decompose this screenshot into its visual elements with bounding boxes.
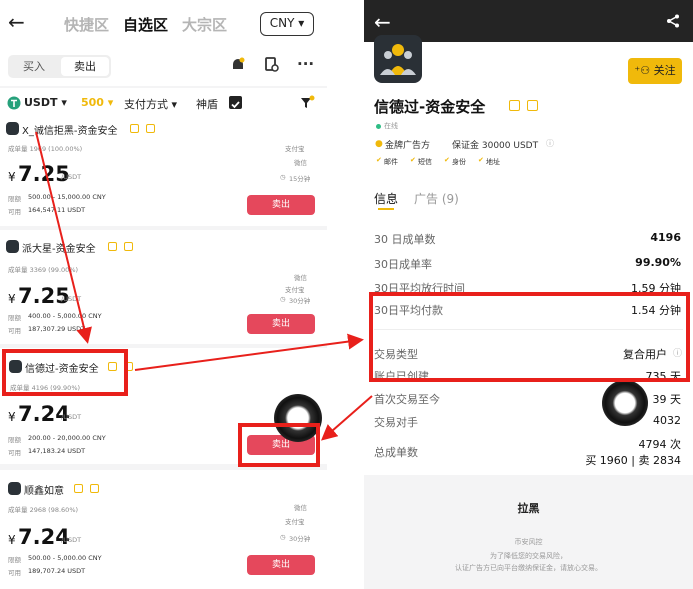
annotation-arrows [35, 131, 373, 441]
